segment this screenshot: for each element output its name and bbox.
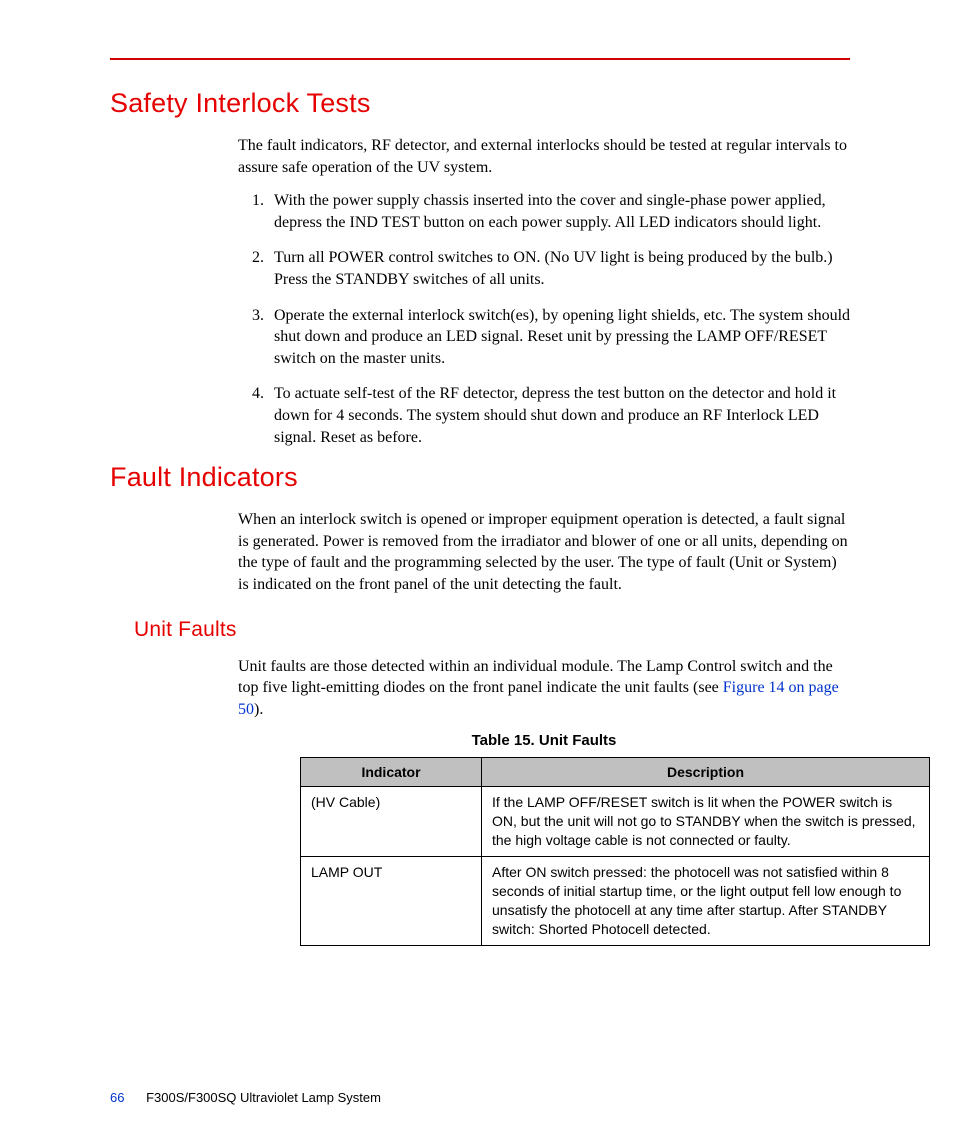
section-fault-indicators: When an interlock switch is opened or im… <box>238 509 850 595</box>
section-safety-interlock: The fault indicators, RF detector, and e… <box>238 135 850 448</box>
unit-faults-table: Indicator Description (HV Cable) If the … <box>300 757 930 945</box>
fault-indicators-paragraph: When an interlock switch is opened or im… <box>238 509 850 595</box>
procedure-step: To actuate self-test of the RF detector,… <box>268 383 850 448</box>
unit-faults-text-b: ). <box>254 701 263 718</box>
table-row: LAMP OUT After ON switch pressed: the ph… <box>301 856 930 945</box>
intro-paragraph: The fault indicators, RF detector, and e… <box>238 135 850 178</box>
cell-description: If the LAMP OFF/RESET switch is lit when… <box>482 787 930 857</box>
table-caption: Table 15. Unit Faults <box>238 732 850 749</box>
section-unit-faults: Unit faults are those detected within an… <box>238 656 850 946</box>
document-title: F300S/F300SQ Ultraviolet Lamp System <box>146 1090 381 1105</box>
document-page: Safety Interlock Tests The fault indicat… <box>0 0 954 1145</box>
table-header-indicator: Indicator <box>301 758 482 787</box>
heading-unit-faults: Unit Faults <box>134 618 850 642</box>
cell-description: After ON switch pressed: the photocell w… <box>482 856 930 945</box>
heading-safety-interlock-tests: Safety Interlock Tests <box>110 88 850 119</box>
procedure-step: With the power supply chassis inserted i… <box>268 190 850 233</box>
table-header-description: Description <box>482 758 930 787</box>
procedure-step: Turn all POWER control switches to ON. (… <box>268 247 850 290</box>
procedure-list: With the power supply chassis inserted i… <box>238 190 850 448</box>
unit-faults-paragraph: Unit faults are those detected within an… <box>238 656 850 721</box>
heading-fault-indicators: Fault Indicators <box>110 462 850 493</box>
cell-indicator: LAMP OUT <box>301 856 482 945</box>
cell-indicator: (HV Cable) <box>301 787 482 857</box>
header-rule <box>110 58 850 60</box>
page-footer: 66 F300S/F300SQ Ultraviolet Lamp System <box>110 1090 381 1105</box>
table-header-row: Indicator Description <box>301 758 930 787</box>
table-row: (HV Cable) If the LAMP OFF/RESET switch … <box>301 787 930 857</box>
procedure-step: Operate the external interlock switch(es… <box>268 305 850 370</box>
page-number: 66 <box>110 1090 124 1105</box>
